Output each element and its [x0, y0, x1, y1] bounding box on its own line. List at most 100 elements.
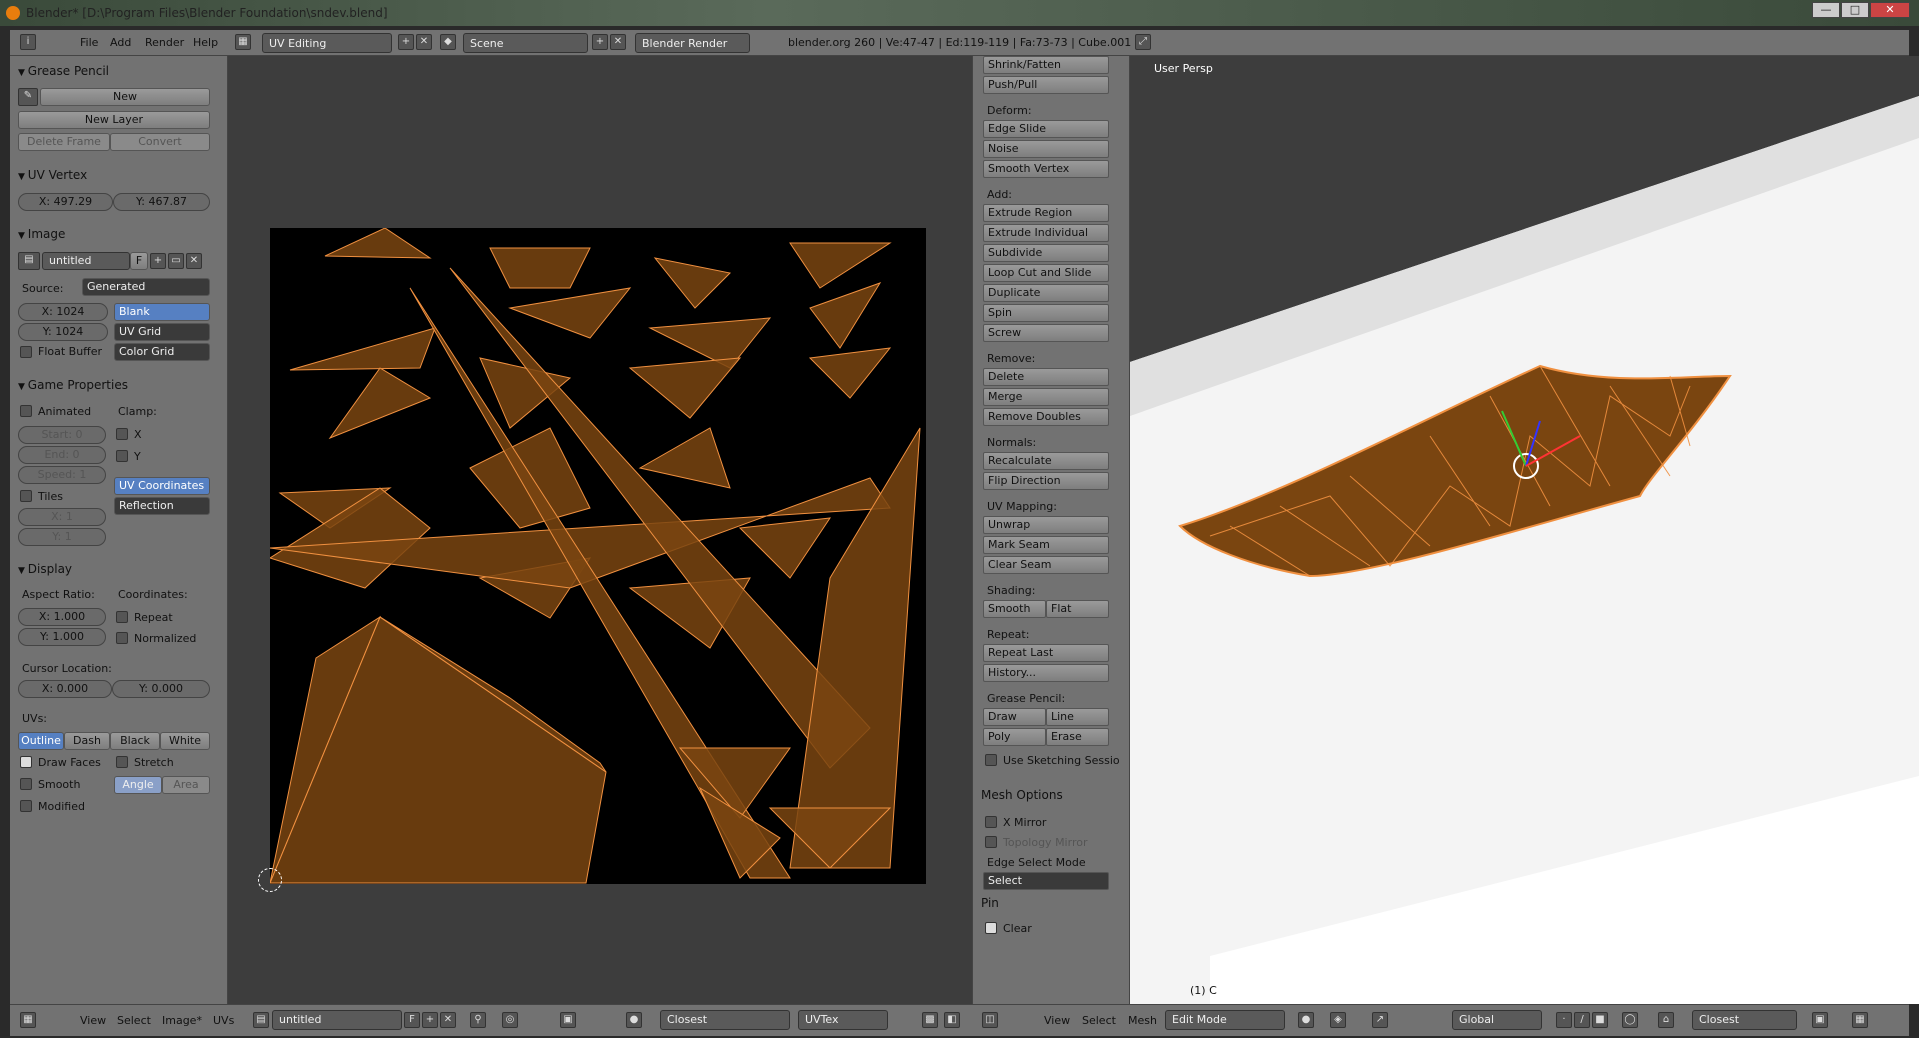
pencil-icon[interactable]: ✎ — [18, 88, 38, 106]
3d-scene[interactable] — [1130, 56, 1919, 1004]
proportional-edit-icon[interactable]: ◯ — [1622, 1012, 1638, 1028]
gp-erase-button[interactable]: Erase — [1046, 728, 1109, 746]
mesh-options-header[interactable]: Mesh Options — [981, 788, 1063, 802]
gp-line-button[interactable]: Line — [1046, 708, 1109, 726]
uv-vertex-x[interactable]: X: 497.29 — [18, 193, 113, 211]
uv-vertex-header[interactable]: UV Vertex — [18, 168, 87, 182]
pivot-icon[interactable]: ◎ — [502, 1012, 518, 1028]
stretch-checkbox[interactable] — [116, 756, 128, 768]
uv-coordinates-option[interactable]: UV Coordinates — [114, 477, 210, 495]
vertex-select-icon[interactable]: · — [1556, 1012, 1572, 1028]
noise-button[interactable]: Noise — [983, 140, 1109, 158]
color-grid-option[interactable]: Color Grid — [114, 343, 210, 361]
uv-menu-image[interactable]: Image* — [162, 1014, 202, 1027]
white-option[interactable]: White — [160, 732, 210, 750]
edge-slide-button[interactable]: Edge Slide — [983, 120, 1109, 138]
manipulator-icon[interactable]: ↗ — [1372, 1012, 1388, 1028]
uv-mesh-layout[interactable] — [268, 227, 926, 884]
normalized-checkbox[interactable] — [116, 632, 128, 644]
reflection-option[interactable]: Reflection — [114, 497, 210, 515]
extrude-region-button[interactable]: Extrude Region — [983, 204, 1109, 222]
image-browse-icon[interactable]: ▤ — [18, 252, 40, 270]
scene-icon[interactable]: ◆ — [440, 34, 456, 50]
loop-cut-slide-button[interactable]: Loop Cut and Slide — [983, 264, 1109, 282]
area-option[interactable]: Area — [162, 776, 210, 794]
uv-menu-view[interactable]: View — [80, 1014, 106, 1027]
add-layout-icon[interactable]: + — [398, 34, 414, 50]
grease-new-button[interactable]: New — [40, 88, 210, 106]
info-editor-icon[interactable]: i — [20, 34, 36, 50]
uv-image[interactable] — [268, 227, 926, 884]
aspect-y-field[interactable]: Y: 1.000 — [18, 628, 106, 646]
delete-frame-button[interactable]: Delete Frame — [18, 133, 110, 151]
angle-option[interactable]: Angle — [114, 776, 162, 794]
subdivide-button[interactable]: Subdivide — [983, 244, 1109, 262]
new-layer-button[interactable]: New Layer — [18, 111, 210, 129]
image-channels-icon[interactable]: ◧ — [944, 1012, 960, 1028]
image-height-field[interactable]: Y: 1024 — [18, 323, 108, 341]
uv-vertex-y[interactable]: Y: 467.87 — [113, 193, 210, 211]
clamp-y-checkbox[interactable] — [116, 450, 128, 462]
remove-doubles-button[interactable]: Remove Doubles — [983, 408, 1109, 426]
x-mirror-checkbox[interactable] — [985, 816, 997, 828]
menu-help[interactable]: Help — [193, 36, 218, 49]
push-pull-button[interactable]: Push/Pull — [983, 76, 1109, 94]
fake-user-icon-bottom[interactable]: F — [404, 1012, 420, 1028]
sketching-session-checkbox[interactable] — [985, 754, 997, 766]
topology-mirror-checkbox[interactable] — [985, 836, 997, 848]
cursor-y-field[interactable]: Y: 0.000 — [112, 680, 210, 698]
delete-button[interactable]: Delete — [983, 368, 1109, 386]
tiles-x-field[interactable]: X: 1 — [18, 508, 106, 526]
image-fake-user-button[interactable]: F — [130, 252, 148, 270]
shrink-fatten-button[interactable]: Shrink/Fatten — [983, 56, 1109, 74]
image-open-icon[interactable]: ▭ — [168, 253, 184, 269]
3d-menu-mesh[interactable]: Mesh — [1128, 1014, 1157, 1027]
3d-viewport[interactable]: User Persp (1) C — [1130, 56, 1919, 1004]
unlink-image-icon-bottom[interactable]: ✕ — [440, 1012, 456, 1028]
game-properties-header[interactable]: Game Properties — [18, 378, 128, 392]
pin-clear-checkbox[interactable] — [985, 922, 997, 934]
source-selector[interactable]: Generated — [82, 278, 210, 296]
gp-draw-button[interactable]: Draw — [983, 708, 1046, 726]
aspect-x-field[interactable]: X: 1.000 — [18, 608, 106, 626]
image-new-icon[interactable]: + — [150, 253, 166, 269]
tiles-y-field[interactable]: Y: 1 — [18, 528, 106, 546]
grease-pencil-header[interactable]: Grease Pencil — [18, 64, 109, 78]
clamp-x-checkbox[interactable] — [116, 428, 128, 440]
remove-layout-icon[interactable]: ✕ — [416, 34, 432, 50]
start-field[interactable]: Start: 0 — [18, 426, 106, 444]
transform-orientation-selector[interactable]: Global — [1452, 1010, 1542, 1030]
spin-button[interactable]: Spin — [983, 304, 1109, 322]
image-header[interactable]: Image — [18, 227, 66, 241]
remove-scene-icon[interactable]: ✕ — [610, 34, 626, 50]
screw-button[interactable]: Screw — [983, 324, 1109, 342]
render-icon[interactable]: ▩ — [922, 1012, 938, 1028]
menu-render[interactable]: Render — [145, 36, 184, 49]
uv-texture-selector[interactable]: UVTex — [798, 1010, 888, 1030]
cursor-x-field[interactable]: X: 0.000 — [18, 680, 112, 698]
speed-field[interactable]: Speed: 1 — [18, 466, 106, 484]
clear-seam-button[interactable]: Clear Seam — [983, 556, 1109, 574]
shade-flat-button[interactable]: Flat — [1046, 600, 1109, 618]
tiles-checkbox[interactable] — [20, 490, 32, 502]
pin-header[interactable]: Pin — [981, 896, 999, 910]
shade-smooth-button[interactable]: Smooth — [983, 600, 1046, 618]
close-button[interactable]: ✕ — [1870, 2, 1910, 18]
repeat-checkbox[interactable] — [116, 611, 128, 623]
screen-layout-selector[interactable]: UV Editing — [262, 33, 392, 53]
display-header[interactable]: Display — [18, 562, 72, 576]
animated-checkbox[interactable] — [20, 405, 32, 417]
scene-selector[interactable]: Scene — [463, 33, 588, 53]
dash-option[interactable]: Dash — [64, 732, 110, 750]
snap-icon[interactable]: ⌂ — [1658, 1012, 1674, 1028]
fullscreen-icon[interactable]: ⤢ — [1135, 34, 1151, 50]
draw-faces-checkbox[interactable] — [20, 756, 32, 768]
repeat-last-button[interactable]: Repeat Last — [983, 644, 1109, 662]
flip-direction-button[interactable]: Flip Direction — [983, 472, 1109, 490]
duplicate-button[interactable]: Duplicate — [983, 284, 1109, 302]
gp-poly-button[interactable]: Poly — [983, 728, 1046, 746]
pin-image-icon[interactable]: ⚲ — [470, 1012, 486, 1028]
minimize-button[interactable]: — — [1812, 2, 1840, 18]
image-name-field[interactable]: untitled — [42, 252, 130, 270]
maximize-button[interactable]: □ — [1841, 2, 1869, 18]
